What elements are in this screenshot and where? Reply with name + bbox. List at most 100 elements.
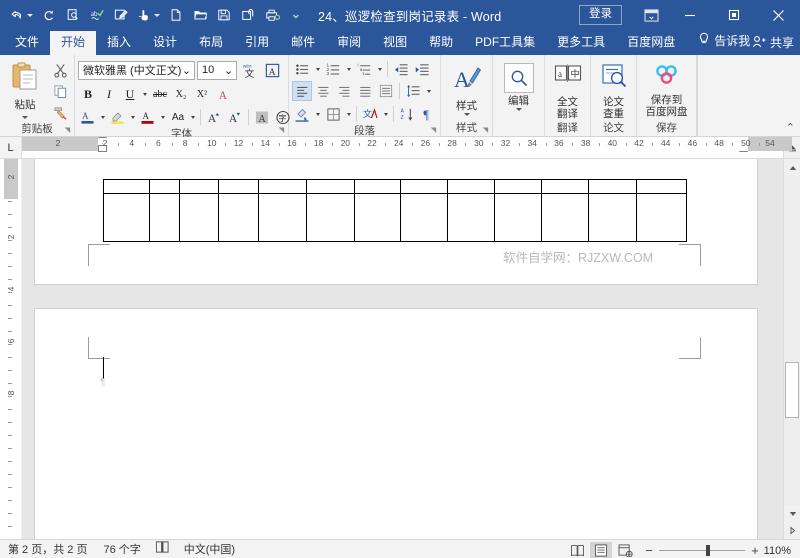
increase-indent-button[interactable]	[412, 59, 432, 79]
text-effects-button[interactable]: A	[213, 84, 233, 104]
scroll-down-button[interactable]	[784, 505, 800, 522]
touch-mode-icon[interactable]	[133, 3, 164, 27]
tab-layout[interactable]: 布局	[188, 31, 234, 55]
align-center-button[interactable]	[313, 81, 333, 101]
paste-dropdown-caret-icon[interactable]	[22, 116, 28, 119]
format-painter-icon[interactable]	[49, 103, 71, 122]
minimize-button[interactable]	[668, 0, 712, 30]
cut-icon[interactable]	[49, 61, 71, 80]
decrease-indent-button[interactable]	[391, 59, 411, 79]
phonetic-guide-icon[interactable]: wén 文	[239, 60, 260, 80]
borders-button[interactable]	[323, 104, 343, 124]
justify-button[interactable]	[355, 81, 375, 101]
styles-dropdown-caret-icon[interactable]	[463, 113, 470, 116]
zoom-slider[interactable]	[659, 545, 745, 556]
attendance-record-table[interactable]	[103, 179, 687, 242]
numbering-dropdown-caret-icon[interactable]	[344, 59, 353, 79]
multilevel-list-dropdown-caret-icon[interactable]	[375, 59, 384, 79]
line-spacing-button[interactable]	[403, 81, 423, 101]
undo-dropdown-caret-icon[interactable]	[27, 13, 33, 17]
customize-qat-glyph[interactable]: ⌄	[287, 6, 306, 25]
sort-button[interactable]: AZ	[397, 104, 417, 124]
font-name-combo[interactable]: 微软雅黑 (中文正文) ⌄	[78, 60, 195, 80]
strikethrough-button[interactable]: abc	[150, 84, 170, 104]
styles-button[interactable]: A 样式	[444, 59, 489, 116]
zoom-slider-thumb[interactable]	[706, 545, 710, 556]
bullets-button[interactable]	[292, 59, 312, 79]
tab-view[interactable]: 视图	[372, 31, 418, 55]
tab-baidu-netdisk[interactable]: 百度网盘	[616, 31, 686, 55]
tab-design[interactable]: 设计	[142, 31, 188, 55]
close-button[interactable]	[756, 0, 800, 30]
sign-in-button[interactable]: 登录	[579, 5, 622, 25]
zoom-out-button[interactable]: −	[644, 543, 654, 558]
tab-review[interactable]: 审阅	[326, 31, 372, 55]
save-to-baidu-netdisk-button[interactable]: 保存到 百度网盘	[640, 59, 693, 118]
underline-button[interactable]: U	[120, 84, 140, 104]
ribbon-display-options-icon[interactable]	[634, 0, 668, 30]
full-text-translate-button[interactable]: a中 全文 翻译	[548, 59, 587, 120]
change-case-button[interactable]: Aa	[168, 107, 188, 127]
character-border-icon[interactable]: A	[262, 60, 283, 80]
highlight-marker-button[interactable]	[108, 107, 128, 127]
page-indicator[interactable]: 第 2 页，共 2 页	[0, 540, 95, 558]
align-left-button[interactable]	[292, 81, 312, 101]
text-highlight-color-button[interactable]: A	[78, 107, 98, 127]
paper-check-button[interactable]: 论文 查重	[594, 59, 633, 120]
character-shading-button[interactable]: A	[252, 107, 272, 127]
tab-file[interactable]: 文件	[4, 31, 50, 55]
collapse-ribbon-chevron-icon[interactable]: ⌃	[786, 121, 795, 134]
text-highlight-dropdown-caret-icon[interactable]	[99, 107, 107, 127]
open-folder-icon[interactable]	[188, 3, 212, 27]
change-case-dropdown-caret-icon[interactable]	[189, 107, 197, 127]
new-document-icon[interactable]	[164, 3, 188, 27]
align-right-button[interactable]	[334, 81, 354, 101]
italic-button[interactable]: I	[99, 84, 119, 104]
paste-button[interactable]: 粘贴	[3, 59, 47, 119]
track-changes-icon[interactable]	[109, 3, 133, 27]
superscript-button[interactable]: X²	[192, 84, 212, 104]
shading-dropdown-caret-icon[interactable]	[313, 104, 322, 124]
language-indicator[interactable]: 中文(中国)	[176, 540, 243, 558]
subscript-button[interactable]: X₂	[171, 84, 191, 104]
print-layout-button[interactable]	[590, 541, 612, 558]
document-canvas[interactable]: 软件自学网：RJZXW.COM ¶	[22, 159, 783, 539]
document-page-2[interactable]: ¶	[35, 309, 757, 539]
tab-references[interactable]: 引用	[234, 31, 280, 55]
copy-icon[interactable]	[49, 82, 71, 101]
bold-button[interactable]: B	[78, 84, 98, 104]
tab-home[interactable]: 开始	[50, 31, 97, 55]
read-mode-button[interactable]	[566, 542, 588, 558]
highlight-marker-dropdown-caret-icon[interactable]	[129, 107, 137, 127]
font-size-combo[interactable]: 10 ⌄	[197, 60, 237, 80]
line-spacing-dropdown-caret-icon[interactable]	[424, 81, 433, 101]
show-formatting-marks-button[interactable]: ¶	[418, 104, 438, 124]
shading-button[interactable]	[292, 104, 312, 124]
zoom-level-label[interactable]: 110%	[762, 545, 796, 557]
zoom-control[interactable]: − +	[644, 543, 760, 558]
editing-dropdown-caret-icon[interactable]	[515, 108, 522, 111]
editing-button[interactable]: 编辑	[496, 59, 541, 111]
quick-print-icon[interactable]	[260, 3, 284, 27]
tab-stop-selector[interactable]: L	[0, 137, 22, 158]
email-attach-icon[interactable]	[236, 3, 260, 27]
asian-layout-dropdown-caret-icon[interactable]	[381, 104, 390, 124]
grow-font-button[interactable]: A	[204, 107, 224, 127]
split-window-button[interactable]	[784, 522, 800, 539]
tab-help[interactable]: 帮助	[418, 31, 464, 55]
font-size-dropdown-caret-icon[interactable]: ⌄	[223, 64, 234, 77]
vertical-scroll-thumb[interactable]	[785, 362, 799, 418]
redo-icon[interactable]	[37, 3, 61, 27]
tab-pdf-tools[interactable]: PDF工具集	[464, 31, 546, 55]
touch-mode-dropdown-caret-icon[interactable]	[154, 13, 160, 17]
distribute-button[interactable]	[376, 81, 396, 101]
asian-layout-button[interactable]: 文	[360, 104, 380, 124]
print-preview-icon[interactable]	[61, 3, 85, 27]
vertical-scrollbar[interactable]	[783, 159, 800, 539]
bullets-dropdown-caret-icon[interactable]	[313, 59, 322, 79]
vertical-ruler[interactable]: 2 2 4 6 8	[0, 159, 22, 539]
web-layout-button[interactable]	[614, 542, 636, 558]
font-name-dropdown-caret-icon[interactable]: ⌄	[181, 64, 192, 77]
font-color-button[interactable]: A	[138, 107, 158, 127]
customize-qat-icon[interactable]: ⌄	[284, 3, 308, 27]
